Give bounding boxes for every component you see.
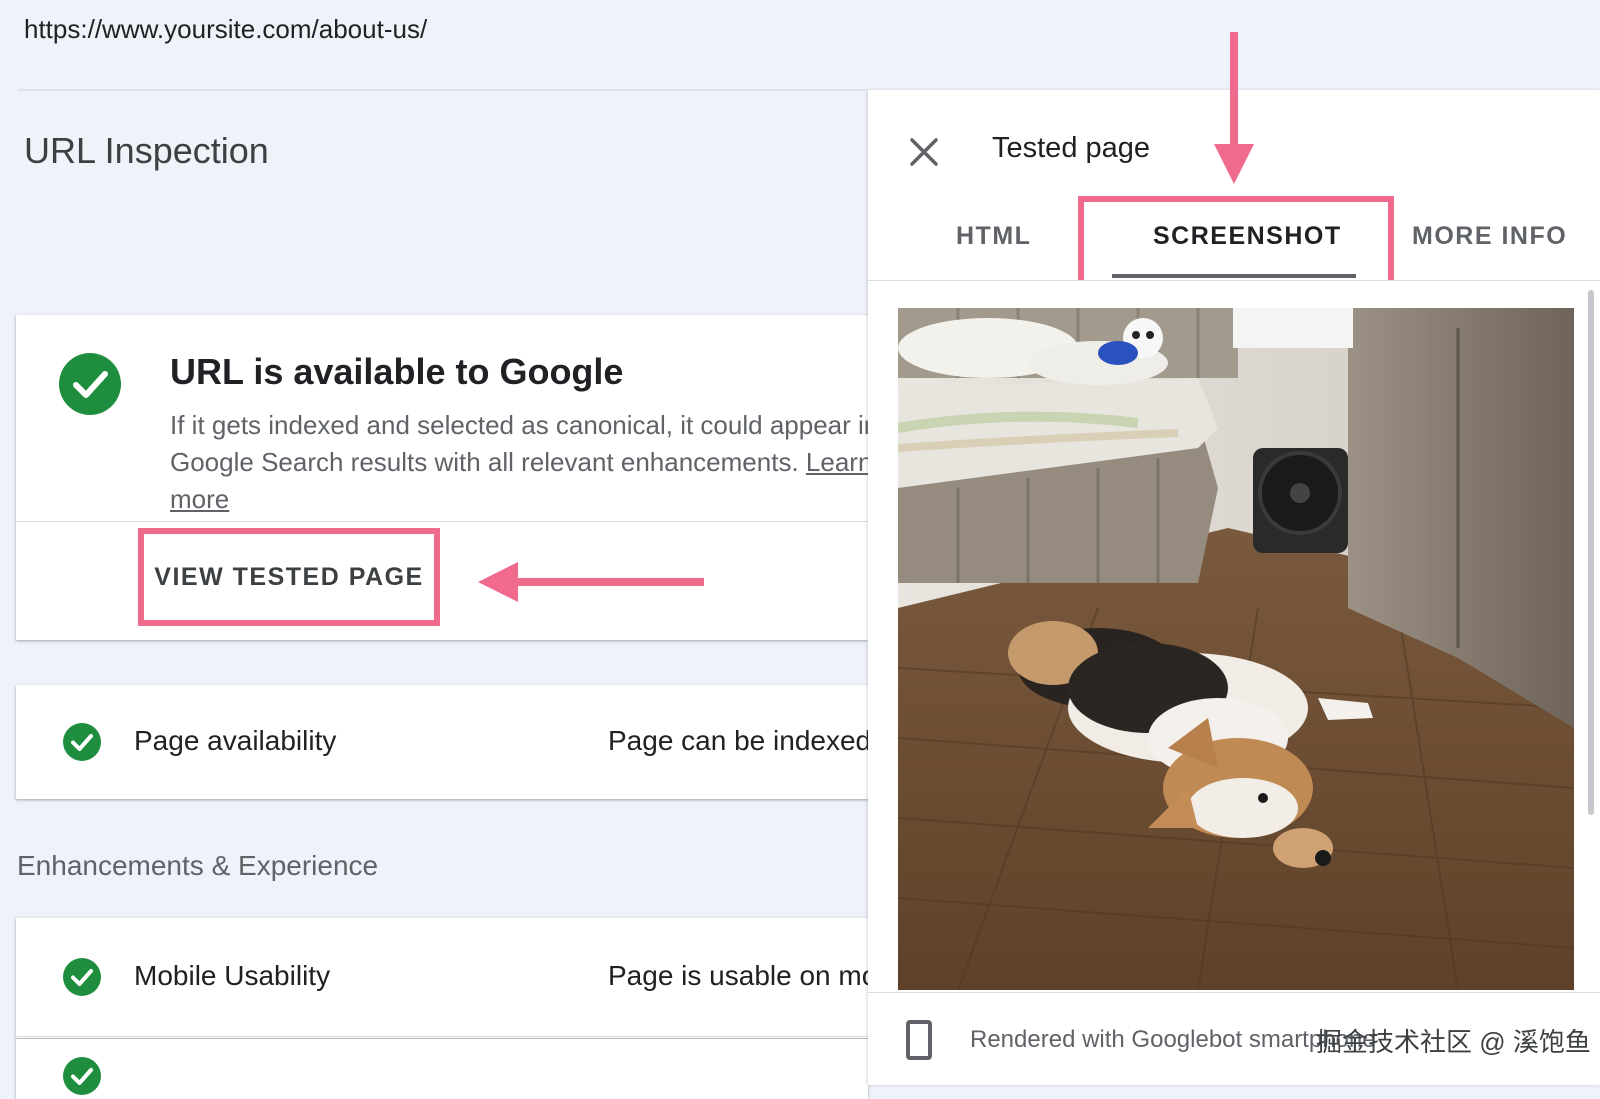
tab-html[interactable]: HTML: [956, 222, 1031, 251]
close-icon[interactable]: [906, 134, 942, 170]
tab-more-info[interactable]: MORE INFO: [1412, 222, 1567, 251]
page-title: URL Inspection: [24, 130, 269, 171]
status-description-text: If it gets indexed and selected as canon…: [170, 410, 868, 477]
url-address[interactable]: https://www.yoursite.com/about-us/: [24, 14, 427, 45]
page-availability-label: Page availability: [134, 725, 337, 756]
status-card: URL is available to Google If it gets in…: [16, 315, 868, 640]
view-tested-page-button[interactable]: VIEW TESTED PAGE: [138, 528, 440, 626]
status-description: If it gets indexed and selected as canon…: [170, 407, 868, 518]
check-circle-icon: [59, 353, 121, 415]
status-heading: URL is available to Google: [170, 351, 624, 392]
mobile-usability-row[interactable]: Mobile Usability Page is usable on mobil…: [16, 918, 921, 1038]
rendered-with-text: Rendered with Googlebot smartphone: [970, 1026, 1376, 1053]
page-availability-value: Page can be indexed: [608, 725, 872, 756]
tested-page-panel: Tested page HTML SCREENSHOT MORE INFO Re…: [868, 90, 1600, 1085]
smartphone-icon: [906, 1020, 932, 1060]
check-circle-icon: [63, 958, 101, 996]
next-row[interactable]: [16, 1039, 868, 1099]
mobile-usability-label: Mobile Usability: [134, 960, 331, 991]
check-circle-icon: [63, 723, 101, 761]
arrow-left-icon: [478, 562, 704, 602]
watermark-text: 掘金技术社区 @ 溪饱鱼: [1316, 1027, 1591, 1057]
rendered-screenshot-image: [898, 308, 1574, 990]
top-divider: [18, 89, 868, 91]
check-circle-icon: [63, 1057, 101, 1095]
card-divider: [16, 521, 868, 522]
page-availability-row[interactable]: Page availability Page can be indexed: [16, 685, 872, 799]
row-divider: [16, 1036, 868, 1037]
arrow-down-icon: [1214, 32, 1254, 184]
enhancements-heading: Enhancements & Experience: [17, 850, 379, 881]
panel-title: Tested page: [992, 132, 1151, 164]
scrollbar[interactable]: [1588, 290, 1594, 815]
footer-divider: [868, 992, 1600, 993]
